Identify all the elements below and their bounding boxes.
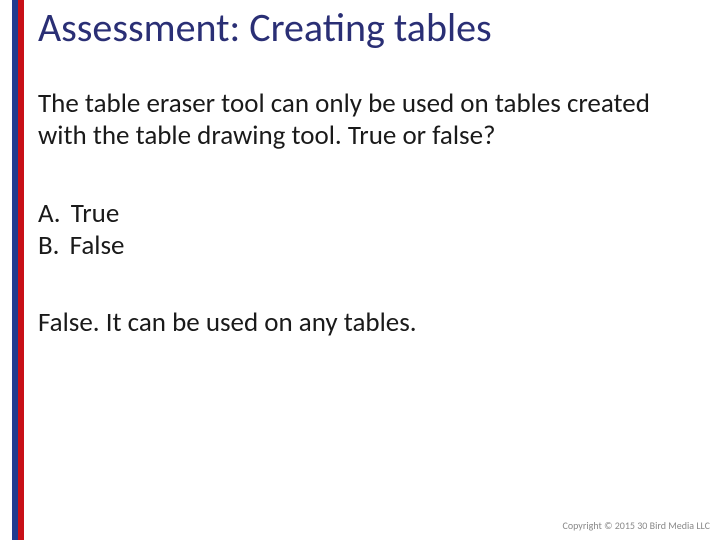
slide-body: The table eraser tool can only be used o…	[38, 88, 680, 339]
slide: Assessment: Creating tables The table er…	[0, 0, 720, 540]
options-block: A. True B. False	[38, 198, 680, 262]
option-b-text: False	[70, 229, 125, 262]
accent-bar	[12, 0, 24, 540]
option-a-text: True	[71, 197, 120, 230]
option-a-label: A.	[38, 197, 61, 230]
answer-text: False. It can be used on any tables.	[38, 307, 680, 339]
accent-red-stripe	[18, 0, 24, 540]
question-text: The table eraser tool can only be used o…	[38, 88, 680, 152]
option-a: A. True	[38, 198, 680, 230]
slide-title: Assessment: Creating tables	[38, 6, 700, 50]
option-b-label: B.	[38, 229, 60, 262]
option-b: B. False	[38, 230, 680, 262]
copyright-footer: Copyright © 2015 30 Bird Media LLC	[563, 519, 711, 532]
